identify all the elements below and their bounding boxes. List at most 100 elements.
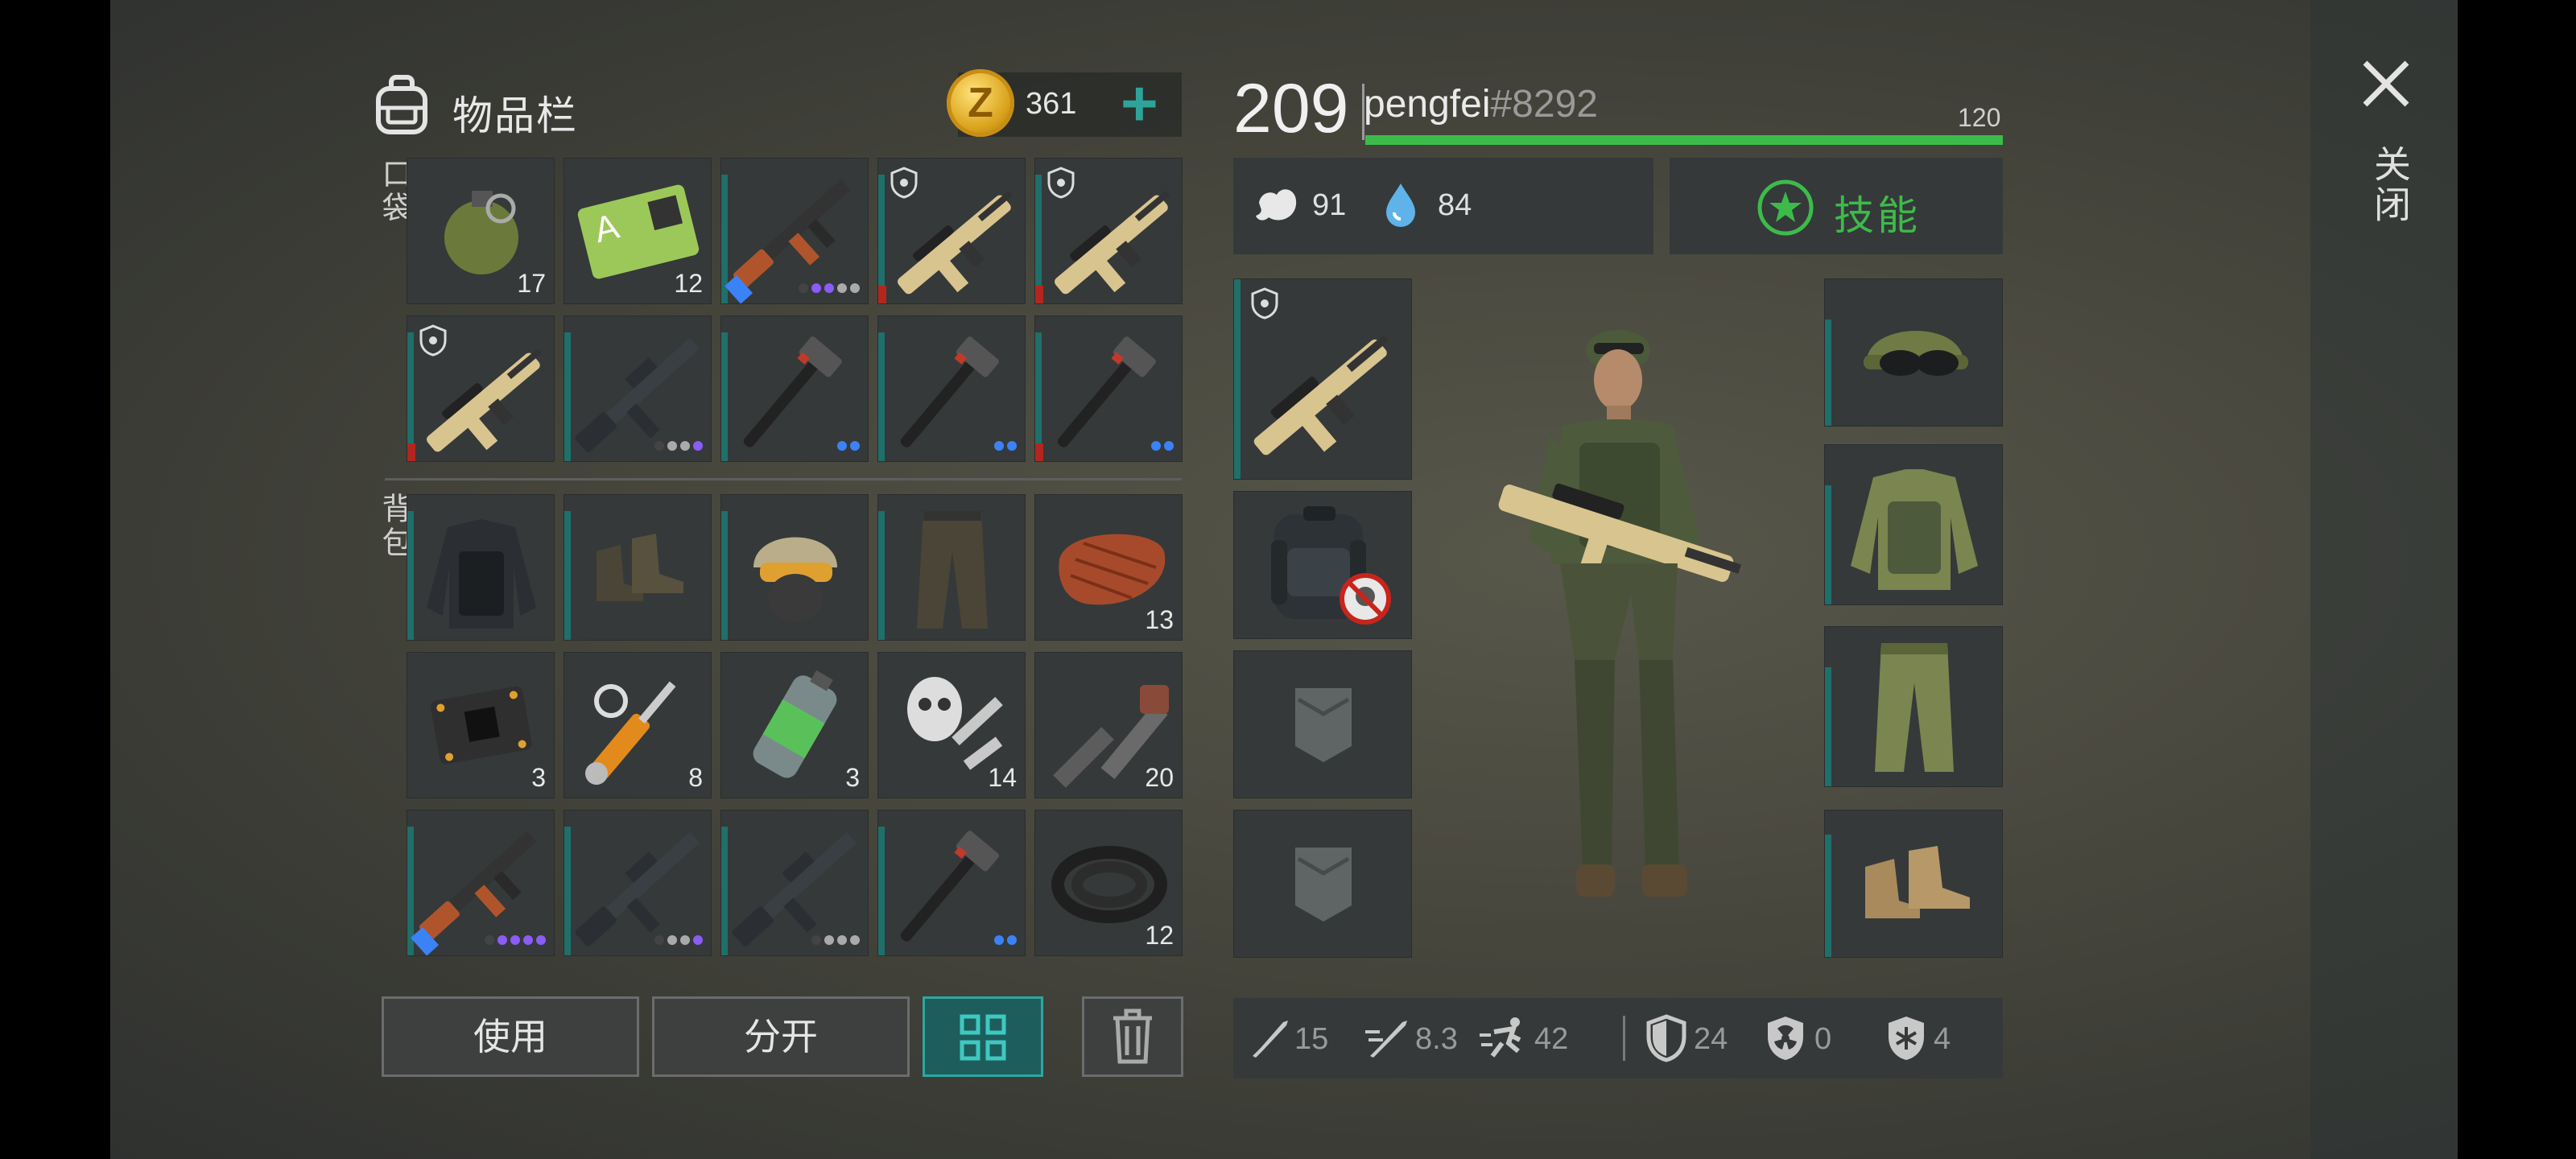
knife-damage-icon: [1253, 1021, 1288, 1058]
upgrade-dot: [654, 441, 664, 451]
xp-bar-track: [1365, 135, 2003, 145]
inventory-slot[interactable]: 3: [407, 652, 555, 798]
inventory-slot[interactable]: [720, 494, 869, 641]
equipped-weapon-slot[interactable]: [1233, 278, 1412, 480]
upgrade-dot: [654, 935, 664, 945]
upgrade-dot: [811, 283, 821, 293]
inventory-slot[interactable]: [877, 494, 1026, 641]
upgrade-dots: [991, 934, 1017, 946]
empty-pocket-slot-1[interactable]: [1233, 650, 1412, 798]
broken-indicator: [878, 286, 886, 303]
upgrade-dot: [497, 935, 507, 945]
inventory-slot[interactable]: [877, 810, 1026, 956]
inventory-slot[interactable]: [877, 316, 1026, 462]
currency-amount: 361: [1026, 87, 1077, 121]
inventory-slot[interactable]: 13: [1034, 494, 1183, 641]
feet-slot[interactable]: [1824, 810, 2003, 958]
upgrade-dots: [808, 934, 860, 946]
inventory-slot[interactable]: 12: [1034, 810, 1183, 956]
use-button[interactable]: 使用: [382, 996, 639, 1077]
broken-indicator: [407, 443, 415, 461]
cargo-pants-icon: [917, 511, 988, 629]
inventory-slot[interactable]: [1034, 158, 1183, 304]
headgear-slot[interactable]: [1824, 278, 2003, 427]
inventory-slot[interactable]: [407, 810, 555, 956]
inventory-slot[interactable]: [407, 494, 555, 641]
inventory-slot[interactable]: [720, 158, 869, 304]
legs-slot[interactable]: [1824, 626, 2003, 787]
cold-value: 4: [1934, 1022, 1951, 1056]
upgrade-dot: [680, 935, 690, 945]
player-username: pengfei: [1364, 83, 1491, 126]
upgrade-dots: [991, 440, 1017, 452]
inventory-slot[interactable]: 3: [720, 652, 869, 798]
upgrade-dot: [667, 441, 677, 451]
skills-star-icon: [1757, 179, 1814, 236]
inventory-title: 物品栏: [452, 93, 578, 138]
inventory-slot[interactable]: 8: [564, 652, 712, 798]
speed-value: 42: [1534, 1022, 1569, 1056]
inventory-slot[interactable]: 20: [1034, 652, 1183, 798]
tactical-jacket-icon: [427, 519, 536, 629]
inventory-slot[interactable]: [1034, 316, 1183, 462]
inventory-slot[interactable]: [720, 316, 869, 462]
armor-value: 24: [1694, 1022, 1728, 1056]
camo-cap-goggles-icon: [1864, 330, 1968, 376]
skills-label: 技能: [1834, 193, 1921, 238]
split-button[interactable]: 分开: [652, 996, 910, 1077]
inventory-slot[interactable]: [564, 810, 712, 956]
item-quantity: 3: [531, 763, 546, 792]
close-icon[interactable]: [2360, 58, 2412, 109]
upgrade-dot: [799, 283, 808, 293]
upgrade-dot: [824, 935, 834, 945]
inventory-slot[interactable]: [564, 494, 712, 641]
inventory-slot[interactable]: [720, 810, 869, 956]
camo-pants-icon: [1875, 643, 1954, 772]
shield-icon: [1047, 167, 1075, 199]
item-quantity: 3: [845, 763, 860, 792]
grid-view-button[interactable]: [923, 996, 1043, 1077]
stats-divider: [1623, 1016, 1625, 1061]
close-label[interactable]: 关闭: [2363, 145, 2417, 225]
camo-jacket-vest-icon: [1851, 469, 1978, 590]
player-name: pengfei#8292: [1364, 82, 1598, 126]
inventory-slot[interactable]: [564, 316, 712, 462]
upgrade-dots: [651, 440, 703, 452]
shield-icon: [419, 324, 447, 357]
upgrade-dots: [481, 934, 546, 946]
attack-speed-icon: [1365, 1021, 1407, 1058]
grid-icon: [960, 1014, 1006, 1061]
upgrade-dot: [850, 935, 860, 945]
running-speed-icon: [1480, 1017, 1521, 1058]
upgrade-dot: [850, 441, 860, 451]
upgrade-dot: [1007, 935, 1017, 945]
upgrade-dot: [667, 935, 677, 945]
inventory-slot[interactable]: [877, 158, 1026, 304]
inventory-slot[interactable]: 14: [877, 652, 1026, 798]
upgrade-dot: [523, 935, 533, 945]
pocket-icon: [1295, 688, 1352, 762]
inventory-slot[interactable]: [407, 316, 555, 462]
trash-icon: [1113, 1008, 1152, 1064]
empty-pocket-slot-2[interactable]: [1233, 810, 1412, 958]
upgrade-dot: [837, 441, 847, 451]
radiation-shield-icon: [1768, 1017, 1803, 1060]
equipped-backpack-slot[interactable]: [1233, 491, 1412, 639]
shield-icon: [890, 167, 918, 199]
add-currency-button[interactable]: +: [1121, 68, 1158, 140]
trash-button[interactable]: [1082, 996, 1183, 1077]
inventory-slot[interactable]: A 12: [564, 158, 712, 304]
torso-slot[interactable]: [1824, 444, 2003, 605]
z-coin-icon: Z: [947, 69, 1014, 137]
broken-indicator: [1035, 286, 1043, 303]
upgrade-dot: [850, 283, 860, 293]
upgrade-dot: [824, 283, 834, 293]
upgrade-dot: [485, 935, 494, 945]
inventory-slot[interactable]: 17: [407, 158, 555, 304]
player-tag: #8292: [1490, 83, 1598, 126]
upgrade-dot: [680, 441, 690, 451]
broken-indicator: [1035, 443, 1043, 461]
upgrade-dot: [994, 441, 1004, 451]
item-quantity: 17: [517, 269, 546, 298]
xp-bar-fill: [1365, 135, 2003, 145]
